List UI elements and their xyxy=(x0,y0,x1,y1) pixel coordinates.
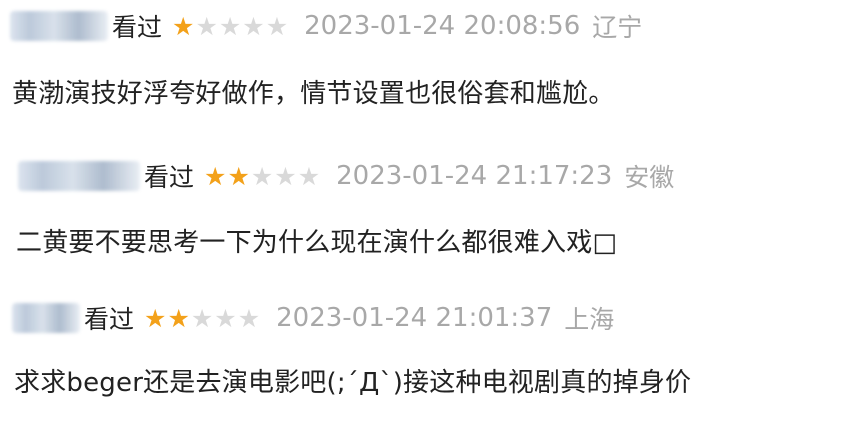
star-icon: ★ xyxy=(144,303,167,333)
review-time: 2023-01-24 20:08:56 xyxy=(304,11,581,41)
star-icon: ★ xyxy=(274,161,297,191)
review-text: 二黄要不要思考一下为什么现在演什么都很难入戏□ xyxy=(16,228,618,258)
star-icon: ★ xyxy=(190,303,214,333)
avatar[interactable] xyxy=(10,11,108,41)
star-icon: ★ xyxy=(172,11,195,41)
avatar[interactable] xyxy=(12,303,80,333)
star-icon: ★ xyxy=(242,11,265,41)
watched-label: 看过 xyxy=(144,163,195,192)
star-icon: ★ xyxy=(218,11,242,41)
watched-label: 看过 xyxy=(112,13,163,42)
review-meta: 看过 ★ ★ ★ ★ ★ 2023-01-24 21:17:23 安徽 xyxy=(18,158,674,194)
star-icon: ★ xyxy=(265,11,289,41)
review-location: 上海 xyxy=(564,305,615,334)
review-text: 求求beger还是去演电影吧(;´Д`)接这种电视剧真的掉身价 xyxy=(14,368,692,398)
review-time: 2023-01-24 21:01:37 xyxy=(276,303,553,333)
star-icon: ★ xyxy=(227,161,250,191)
avatar[interactable] xyxy=(18,161,140,191)
star-icon: ★ xyxy=(167,303,190,333)
star-icon: ★ xyxy=(195,11,218,41)
rating-stars: ★ ★ ★ ★ ★ xyxy=(144,306,260,331)
star-icon: ★ xyxy=(237,303,261,333)
rating-stars: ★ ★ ★ ★ ★ xyxy=(172,14,288,39)
star-icon: ★ xyxy=(214,303,237,333)
star-icon: ★ xyxy=(204,161,227,191)
rating-stars: ★ ★ ★ ★ ★ xyxy=(204,164,320,189)
review-meta: 看过 ★ ★ ★ ★ ★ 2023-01-24 21:01:37 上海 xyxy=(12,300,614,336)
star-icon: ★ xyxy=(250,161,274,191)
review-location: 辽宁 xyxy=(592,13,643,42)
review-time: 2023-01-24 21:17:23 xyxy=(336,161,613,191)
star-icon: ★ xyxy=(297,161,321,191)
review-text: 黄渤演技好浮夸好做作，情节设置也很俗套和尴尬。 xyxy=(12,79,615,109)
watched-label: 看过 xyxy=(84,305,135,334)
review-meta: 看过 ★ ★ ★ ★ ★ 2023-01-24 20:08:56 辽宁 xyxy=(10,8,642,44)
review-location: 安徽 xyxy=(624,163,675,192)
